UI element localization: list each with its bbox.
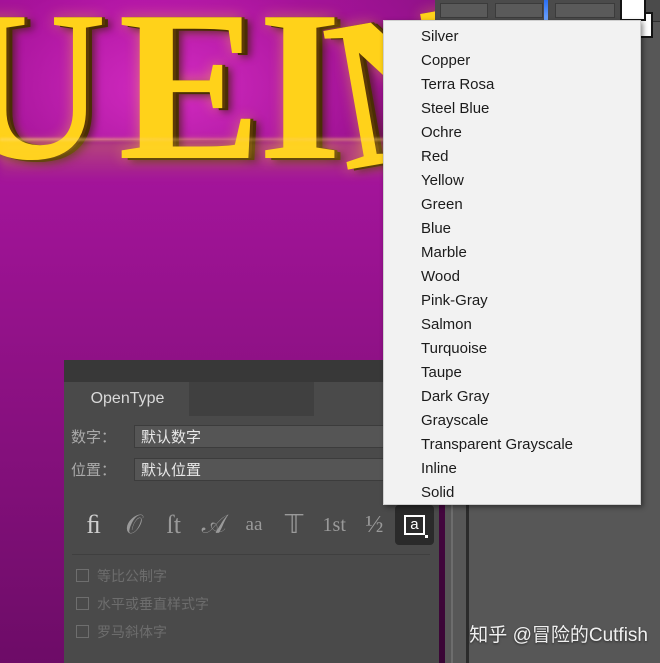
tab-opentype[interactable]: OpenType [72,382,183,416]
menu-item-blue[interactable]: Blue [384,217,640,241]
position-label: 位置： [71,461,117,479]
panel-tab-secondary[interactable] [189,382,314,416]
standard-ligatures-icon[interactable]: ﬁ [74,505,113,545]
menu-item-grayscale[interactable]: Grayscale [384,409,640,433]
stylistic-sets-glyph: a [404,515,425,535]
menu-item-dark-gray[interactable]: Dark Gray [384,385,640,409]
alternates-icon[interactable]: 𝒪 [114,505,153,545]
menu-item-ochre[interactable]: Ochre [384,121,640,145]
canvas-reflection [0,141,435,181]
preset-dropdown-menu[interactable]: Silver Copper Terra Rosa Steel Blue Ochr… [383,20,641,505]
menu-item-copper[interactable]: Copper [384,49,640,73]
checkbox-row-proportional-metrics[interactable]: 等比公制字 [76,563,416,588]
menu-item-silver[interactable]: Silver [384,25,640,49]
checkbox-horizontal-vertical[interactable] [76,597,89,610]
panel-divider [72,554,430,555]
checkbox-row-horizontal-vertical[interactable]: 水平或垂直样式字 [76,591,416,616]
checkbox-label-roman-italics: 罗马斜体字 [97,623,167,640]
stylistic-sets-dropdown-dot [424,535,428,538]
swash-icon[interactable]: 𝒜 [194,505,233,545]
numerals-label: 数字： [71,428,117,446]
menu-item-turquoise[interactable]: Turquoise [384,337,640,361]
titling-alternates-icon[interactable]: 𝕋 [275,505,314,545]
foreground-color-swatch[interactable] [620,0,646,21]
menu-item-steel-blue[interactable]: Steel Blue [384,97,640,121]
toolbar-segment-1[interactable] [440,3,488,18]
checkbox-proportional-metrics[interactable] [76,569,89,582]
toolbar-segment-3[interactable] [555,3,615,18]
ordinals-icon[interactable]: 1st [315,505,354,545]
discretionary-ligatures-icon[interactable]: ſt [154,505,193,545]
opentype-feature-buttons: ﬁ 𝒪 ſt 𝒜 aa 𝕋 1st ½ a [74,500,434,550]
menu-item-inline[interactable]: Inline [384,457,640,481]
menu-item-taupe[interactable]: Taupe [384,361,640,385]
menu-item-solid[interactable]: Solid [384,481,640,504]
menu-item-wood[interactable]: Wood [384,265,640,289]
watermark: 知乎 @冒险的Cutfish [469,625,648,646]
menu-item-green[interactable]: Green [384,193,640,217]
stylistic-sets-icon[interactable]: a [394,505,434,545]
menu-item-transparent-grayscale[interactable]: Transparent Grayscale [384,433,640,457]
checkbox-roman-italics[interactable] [76,625,89,638]
menu-item-red[interactable]: Red [384,145,640,169]
fractions-icon[interactable]: ½ [355,505,394,545]
checkbox-label-proportional-metrics: 等比公制字 [97,567,167,584]
toolbar-segment-2[interactable] [495,3,543,18]
menu-item-marble[interactable]: Marble [384,241,640,265]
menu-item-pink-gray[interactable]: Pink-Gray [384,289,640,313]
menu-item-yellow[interactable]: Yellow [384,169,640,193]
checkbox-row-roman-italics[interactable]: 罗马斜体字 [76,619,416,644]
stylistic-alternates-icon[interactable]: aa [234,505,273,545]
menu-item-salmon[interactable]: Salmon [384,313,640,337]
menu-item-terra-rosa[interactable]: Terra Rosa [384,73,640,97]
checkbox-label-horizontal-vertical: 水平或垂直样式字 [97,595,209,612]
